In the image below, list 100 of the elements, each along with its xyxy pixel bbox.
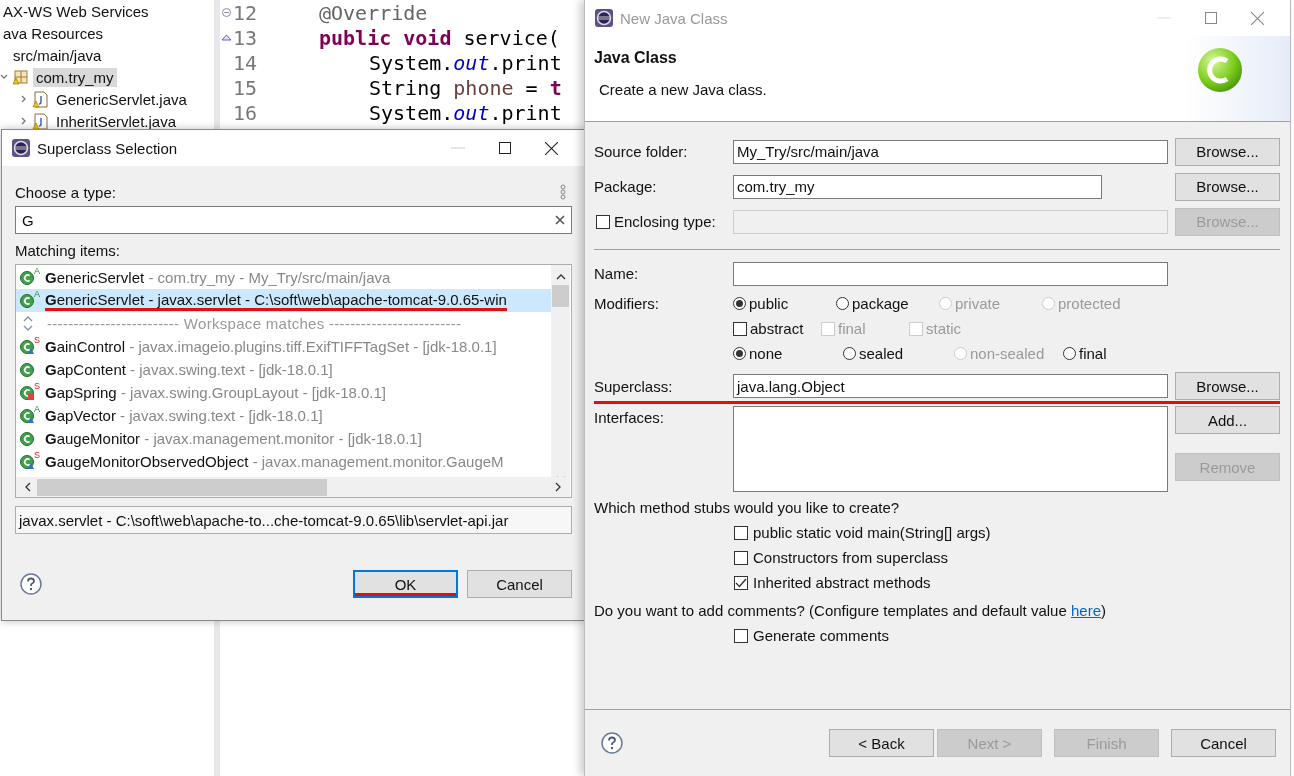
list-button[interactable]: Add...: [1175, 406, 1280, 434]
option-label: package: [852, 295, 909, 312]
option-label: none: [749, 345, 783, 362]
list-item[interactable]: GaugeMonitor - javax.management.monitor - [jdk-18.0.1]: [16, 427, 551, 450]
line-number: 13: [233, 25, 259, 50]
field-label: Superclass:: [594, 377, 674, 395]
checkbox[interactable]: [734, 525, 748, 540]
option-label: sealed: [859, 345, 904, 362]
line-number: 16: [233, 100, 259, 125]
checkbox-label: Constructors from superclass: [753, 549, 949, 566]
tree-item[interactable]: GenericServlet.java: [53, 89, 190, 109]
list-item[interactable]: S GainControl - javax.imageio.plugins.tiff.ExifTIFFTagSet - [jdk-18.0.1]: [16, 335, 551, 358]
checkbox[interactable]: [733, 321, 747, 336]
tree-item[interactable]: src/main/java: [10, 45, 105, 65]
tree-item[interactable]: AX-WS Web Services: [0, 1, 152, 21]
checkbox-label: Enclosing type:: [614, 213, 716, 230]
close-icon[interactable]: [545, 141, 558, 155]
radio-button[interactable]: [843, 347, 856, 360]
wizard-button[interactable]: Cancel: [1171, 729, 1276, 757]
list-item[interactable]: GapContent - javax.swing.text - [jdk-18.0.1]: [16, 358, 551, 381]
list-item[interactable]: A GenericServlet - javax.servlet - C:\soft\web\apache-tomcat-9.0.65-win: [16, 289, 551, 312]
field-label: Source folder:: [594, 143, 689, 160]
browse-button[interactable]: Browse...: [1175, 137, 1280, 166]
list-item[interactable]: A GenericServlet - com.try_my - My_Try/src/main/java: [16, 266, 551, 289]
field-label: Package:: [594, 178, 658, 195]
text-field[interactable]: java.lang.Object: [733, 374, 1168, 398]
tree-item[interactable]: InheritServlet.java: [53, 111, 180, 131]
option-label: private: [955, 295, 1001, 312]
text-field[interactable]: [733, 261, 1168, 286]
search-field[interactable]: G: [15, 206, 572, 234]
line-number: 14: [233, 50, 259, 75]
checkbox[interactable]: [596, 214, 610, 229]
field-label: Interfaces:: [594, 408, 666, 426]
question-text: Do you want to add comments? (Configure templates and default value here): [594, 601, 1107, 621]
line-number: 15: [233, 75, 259, 100]
window-title: Superclass Selection: [37, 139, 178, 157]
scroll-thumb[interactable]: [552, 285, 569, 307]
help-icon[interactable]: [20, 573, 42, 595]
field-label: Choose a type:: [15, 183, 116, 201]
option-label: protected: [1058, 295, 1121, 312]
scroll-thumb[interactable]: [37, 478, 327, 496]
class-icon: [20, 361, 36, 378]
link[interactable]: here: [1070, 602, 1101, 619]
option-label: abstract: [750, 320, 804, 337]
dialog-button[interactable]: Cancel: [467, 570, 572, 598]
checkbox-label: Generate comments: [753, 627, 889, 644]
separator-label: ------------------------- Workspace matches -------------------------: [47, 315, 462, 332]
help-icon[interactable]: [601, 732, 623, 754]
radio-button[interactable]: [1063, 347, 1076, 360]
package-icon: [12, 69, 29, 85]
page-description: Create a new Java class.: [599, 81, 767, 98]
tree-item[interactable]: com.try_my: [33, 67, 117, 87]
scroll-left-icon[interactable]: [24, 482, 31, 492]
list-item[interactable]: S GaugeMonitorObservedObject - javax.management.monitor.GaugeM: [16, 450, 551, 473]
location-field: javax.servlet - C:\soft\web\apache-to...che-tomcat-9.0.65\lib\servlet-api.jar: [15, 506, 572, 534]
scroll-up-icon[interactable]: [555, 273, 566, 280]
list-item[interactable]: S GapSpring - javax.swing.GroupLayout - [jdk-18.0.1]: [16, 381, 551, 404]
horizontal-scrollbar[interactable]: [16, 477, 570, 497]
radio-button[interactable]: [836, 297, 849, 310]
checkbox[interactable]: [734, 575, 748, 590]
radio-button[interactable]: [733, 347, 746, 360]
collapse-icon[interactable]: [22, 315, 34, 332]
scroll-right-icon[interactable]: [555, 482, 562, 492]
code-line: public void service(: [319, 25, 560, 50]
text-field[interactable]: [733, 209, 1168, 234]
text-field[interactable]: com.try_my: [733, 174, 1102, 199]
checkbox-label: Inherited abstract methods: [753, 574, 931, 591]
line-number: 12: [233, 0, 259, 25]
clear-icon[interactable]: [555, 215, 565, 225]
option-label: static: [926, 320, 961, 337]
tree-item[interactable]: ava Resources: [0, 23, 107, 43]
class-icon: [1196, 46, 1244, 94]
triangle-icon: [221, 34, 232, 41]
checkbox-label: public static void main(String[] args): [753, 524, 991, 541]
text-field[interactable]: My_Try/src/main/java: [733, 139, 1168, 164]
option-label: public: [749, 295, 789, 312]
interfaces-list[interactable]: [733, 406, 1168, 492]
field-label: Name:: [594, 265, 640, 282]
field-label: Matching items:: [15, 240, 122, 261]
collapse-icon[interactable]: [222, 8, 231, 17]
dialog-button[interactable]: OK: [353, 570, 458, 598]
option-label: final: [838, 320, 866, 337]
field-label: Modifiers:: [594, 295, 661, 312]
browse-button[interactable]: Browse...: [1175, 172, 1280, 201]
browse-button[interactable]: Browse...: [1175, 372, 1280, 400]
checkbox[interactable]: [734, 628, 748, 643]
wizard-button[interactable]: < Back: [829, 729, 934, 757]
radio-button[interactable]: [733, 297, 746, 310]
maximize-icon[interactable]: [499, 142, 511, 154]
checkbox[interactable]: [734, 550, 748, 565]
option-label: non-sealed: [970, 345, 1045, 362]
question-text: Which method stubs would you like to create?: [594, 498, 901, 518]
eclipse-icon: [11, 138, 31, 158]
page-heading: Java Class: [594, 49, 678, 67]
code-line: System.out.print: [369, 100, 562, 125]
list-item[interactable]: A GapVector - javax.swing.text - [jdk-18.0.1]: [16, 404, 551, 427]
code-line: String phone = t: [369, 75, 562, 100]
window-title: New Java Class: [620, 9, 728, 27]
option-label: final: [1079, 345, 1107, 362]
code-line: @Override: [319, 0, 428, 25]
